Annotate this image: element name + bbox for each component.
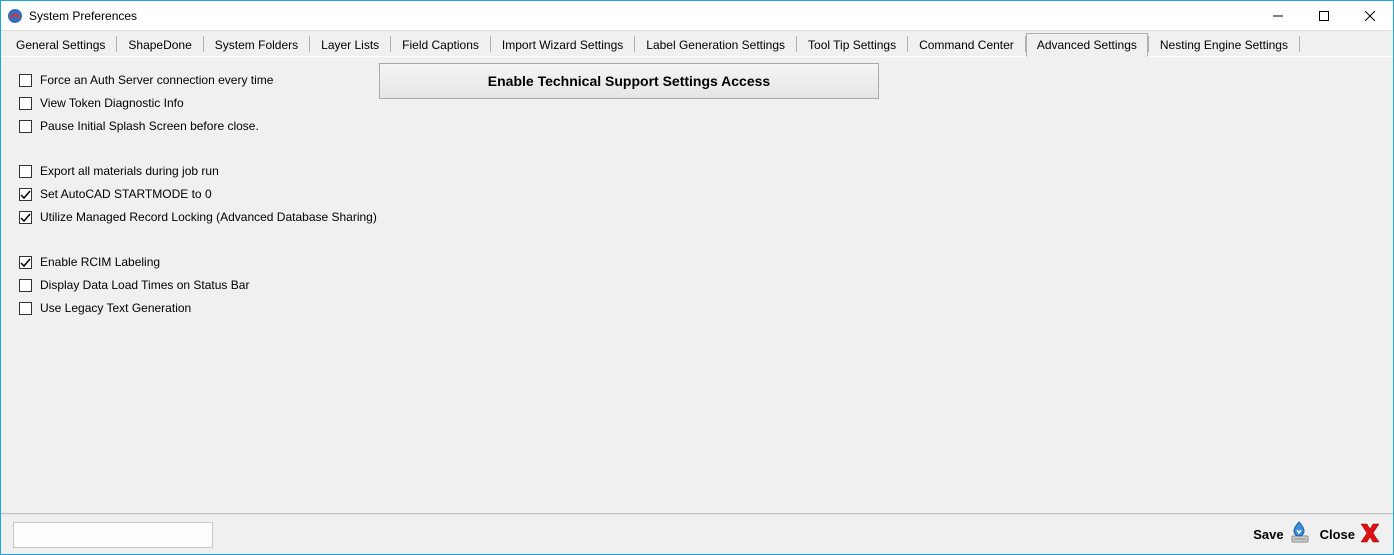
checkbox-row: Display Data Load Times on Status Bar — [19, 274, 1375, 296]
close-label: Close — [1320, 527, 1355, 542]
window-title: System Preferences — [29, 9, 137, 23]
checkbox-enable-rcim-labeling[interactable] — [19, 256, 32, 269]
checkbox-view-token-diag[interactable] — [19, 97, 32, 110]
tab-content-advanced: Enable Technical Support Settings Access… — [1, 57, 1393, 513]
tab-shapedone[interactable]: ShapeDone — [117, 33, 202, 56]
checkbox-legacy-text-gen[interactable] — [19, 302, 32, 315]
tab-layer-lists[interactable]: Layer Lists — [310, 33, 390, 56]
enable-tech-support-label: Enable Technical Support Settings Access — [488, 73, 770, 89]
tab-field-captions[interactable]: Field Captions — [391, 33, 490, 56]
maximize-button[interactable] — [1301, 1, 1347, 31]
checkbox-row: Set AutoCAD STARTMODE to 0 — [19, 183, 1375, 205]
save-label: Save — [1253, 527, 1283, 542]
checkbox-label: Utilize Managed Record Locking (Advanced… — [40, 210, 377, 224]
checkbox-export-materials[interactable] — [19, 165, 32, 178]
footer: Save Close — [1, 514, 1393, 554]
status-box — [13, 522, 213, 548]
minimize-button[interactable] — [1255, 1, 1301, 31]
checkbox-label: Pause Initial Splash Screen before close… — [40, 119, 259, 133]
save-icon — [1286, 520, 1312, 549]
checkbox-label: Enable RCIM Labeling — [40, 255, 160, 269]
tab-system-folders[interactable]: System Folders — [204, 33, 309, 56]
checkbox-managed-record-locking[interactable] — [19, 211, 32, 224]
checkbox-row: Utilize Managed Record Locking (Advanced… — [19, 206, 1375, 228]
app-icon — [7, 8, 23, 24]
checkbox-label: Set AutoCAD STARTMODE to 0 — [40, 187, 212, 201]
tab-nesting-engine-settings[interactable]: Nesting Engine Settings — [1149, 33, 1299, 56]
tab-import-wizard-settings[interactable]: Import Wizard Settings — [491, 33, 634, 56]
titlebar: System Preferences — [1, 1, 1393, 31]
checkbox-label: Display Data Load Times on Status Bar — [40, 278, 249, 292]
close-icon — [1357, 520, 1383, 549]
checkbox-pause-splash[interactable] — [19, 120, 32, 133]
tab-general-settings[interactable]: General Settings — [5, 33, 116, 56]
checkbox-row: Use Legacy Text Generation — [19, 297, 1375, 319]
checkbox-label: Force an Auth Server connection every ti… — [40, 73, 273, 87]
checkbox-label: View Token Diagnostic Info — [40, 96, 184, 110]
close-button[interactable]: Close — [1318, 518, 1385, 551]
tab-command-center[interactable]: Command Center — [908, 33, 1025, 56]
checkbox-autocad-startmode[interactable] — [19, 188, 32, 201]
checkbox-row: Pause Initial Splash Screen before close… — [19, 115, 1375, 137]
save-button[interactable]: Save — [1251, 518, 1313, 551]
checkbox-force-auth[interactable] — [19, 74, 32, 87]
checkbox-row: Enable RCIM Labeling — [19, 251, 1375, 273]
window-close-button[interactable] — [1347, 1, 1393, 31]
checkbox-display-load-times[interactable] — [19, 279, 32, 292]
tab-label-generation-settings[interactable]: Label Generation Settings — [635, 33, 796, 56]
checkbox-label: Export all materials during job run — [40, 164, 219, 178]
tabstrip: General Settings ShapeDone System Folder… — [1, 31, 1393, 57]
enable-tech-support-button[interactable]: Enable Technical Support Settings Access — [379, 63, 879, 99]
tab-advanced-settings[interactable]: Advanced Settings — [1026, 33, 1148, 57]
checkbox-label: Use Legacy Text Generation — [40, 301, 191, 315]
tab-tool-tip-settings[interactable]: Tool Tip Settings — [797, 33, 907, 56]
checkbox-row: Export all materials during job run — [19, 160, 1375, 182]
